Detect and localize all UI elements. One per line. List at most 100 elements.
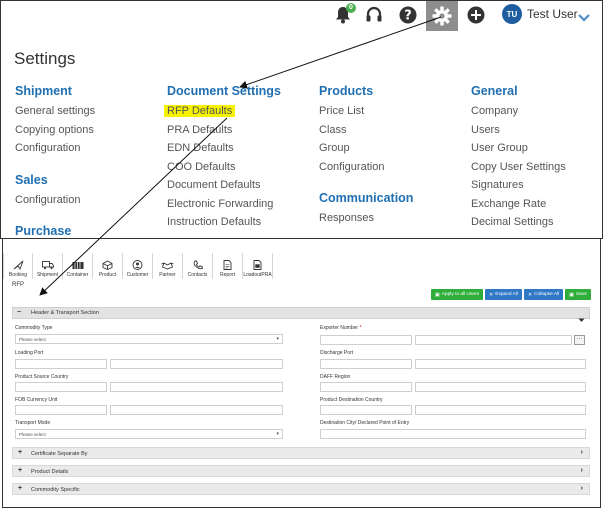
settings-link[interactable]: User Group [471, 142, 566, 161]
discharge-port-name-input[interactable] [415, 359, 586, 369]
settings-link[interactable]: Configuration [15, 194, 95, 213]
toolbar-partner[interactable]: Partner [153, 253, 183, 279]
settings-link[interactable]: Price List [319, 105, 413, 124]
save-button[interactable]: ▣ Save [565, 289, 591, 300]
select-value: Please select [19, 432, 46, 437]
expand-icon[interactable]: + [18, 485, 22, 492]
fob-currency-name-input[interactable] [110, 405, 283, 415]
rfp-defaults-panel: Booking Shipment Container Product Custo… [2, 238, 601, 508]
settings-link[interactable]: COO Defaults [167, 161, 281, 180]
toolbar-loadoutpra[interactable]: LoadoutPRA [243, 253, 273, 279]
app-header: 0 ? TU Test User [1, 1, 602, 31]
product-source-country-name-input[interactable] [110, 382, 283, 392]
settings-link[interactable]: Configuration [15, 142, 95, 161]
headset-icon[interactable] [363, 4, 385, 26]
product-destination-country-label: Product Destination Country [320, 397, 383, 403]
toolbar-product[interactable]: Product [93, 253, 123, 279]
toolbar-customer[interactable]: Customer [123, 253, 153, 279]
commodity-type-select[interactable]: Please select ▾ [15, 334, 283, 344]
settings-gear-icon[interactable] [426, 1, 458, 31]
toolbar-booking[interactable]: Booking [3, 253, 33, 279]
settings-link[interactable]: Configuration [319, 161, 413, 180]
handshake-icon [161, 262, 174, 270]
toolbar-contacts[interactable]: Contacts [183, 253, 213, 279]
add-icon[interactable] [465, 4, 487, 26]
settings-link[interactable]: Class [319, 124, 413, 143]
exporter-number-text: Exporter Number [320, 325, 359, 331]
daff-region-label: DAFF Region [320, 374, 351, 380]
exporter-number-name-input[interactable] [415, 335, 572, 345]
settings-link[interactable]: Company [471, 105, 566, 124]
daff-region-name-input[interactable] [415, 382, 586, 392]
page-title: Settings [14, 49, 76, 68]
transport-mode-select[interactable]: Please select ▾ [15, 429, 283, 439]
product-source-country-code-input[interactable] [15, 382, 107, 392]
settings-link[interactable]: Signatures [471, 179, 566, 198]
settings-link[interactable]: PRA Defaults [167, 124, 281, 143]
settings-link[interactable]: Group [319, 142, 413, 161]
discharge-port-code-input[interactable] [320, 359, 412, 369]
toolbar-report[interactable]: Report [213, 253, 243, 279]
product-destination-country-name-input[interactable] [415, 405, 586, 415]
product-destination-country-code-input[interactable] [320, 405, 412, 415]
settings-link[interactable]: Exchange Rate [471, 198, 566, 217]
select-value: Please select [19, 337, 46, 342]
loading-port-code-input[interactable] [15, 359, 107, 369]
section-heading-sales: Sales [15, 172, 48, 187]
chevron-right-icon[interactable]: › [581, 449, 583, 456]
settings-panel: 0 ? TU Test User Settings Shipment Gener… [0, 0, 603, 239]
ellipsis-icon[interactable]: ··· [574, 335, 585, 345]
notification-badge: 0 [346, 3, 356, 13]
settings-link[interactable]: Instruction Defaults [167, 216, 281, 235]
accordion-product-details[interactable]: + Product Details › [12, 465, 590, 477]
loading-port-name-input[interactable] [110, 359, 283, 369]
settings-link[interactable]: EDN Defaults [167, 142, 281, 161]
chevron-down-icon[interactable] [578, 9, 590, 27]
button-label: Save [575, 292, 587, 297]
collapse-all-button[interactable]: ✕ Collapse All [523, 289, 564, 300]
user-avatar[interactable]: TU [502, 4, 522, 24]
settings-link[interactable]: Users [471, 124, 566, 143]
expand-icon[interactable]: + [18, 467, 22, 474]
exporter-number-label: Exporter Number * [320, 325, 361, 331]
help-icon[interactable]: ? [397, 4, 419, 26]
section-heading-general: General [471, 84, 518, 98]
settings-link[interactable]: Responses [319, 212, 413, 231]
expand-icon[interactable]: + [18, 449, 22, 456]
rfp-defaults-link[interactable]: RFP Defaults [164, 105, 281, 124]
daff-region-code-input[interactable] [320, 382, 412, 392]
chevron-right-icon[interactable]: › [581, 485, 583, 492]
chevron-down-icon: ▾ [276, 336, 279, 342]
section-heading-communication: Communication [319, 191, 414, 205]
user-name[interactable]: Test User [527, 7, 578, 21]
settings-link[interactable]: Copying options [15, 124, 95, 143]
chevron-down-icon[interactable] [578, 310, 585, 328]
settings-link[interactable]: Copy User Settings [471, 161, 566, 180]
section-heading-document-settings: Document Settings [167, 84, 281, 98]
fob-currency-code-input[interactable] [15, 405, 107, 415]
accordion-commodity-specific[interactable]: + Commodity Specific › [12, 483, 590, 495]
chevron-right-icon[interactable]: › [581, 467, 583, 474]
toolbar-container[interactable]: Container [63, 253, 93, 279]
destination-city-input[interactable] [320, 429, 586, 439]
transport-mode-label: Transport Mode [15, 420, 51, 426]
settings-link[interactable]: Document Defaults [167, 179, 281, 198]
toolbar-shipment[interactable]: Shipment [33, 253, 63, 279]
toolbar-label: Product [98, 272, 117, 278]
page-title: RFP [12, 282, 24, 288]
apply-to-all-users-button[interactable]: ▣ Apply to all Users [431, 289, 484, 300]
collapse-icon[interactable]: − [17, 309, 21, 316]
button-label: Apply to all Users [441, 292, 480, 297]
rfp-defaults-highlight[interactable]: RFP Defaults [164, 105, 236, 117]
settings-link[interactable]: Decimal Settings [471, 216, 566, 235]
accordion-title: Commodity Specific [31, 486, 80, 493]
settings-link[interactable]: Electronic Forwarding [167, 198, 281, 217]
expand-all-button[interactable]: ✕ Expand All [485, 289, 522, 300]
accordion-certificate-separate-by[interactable]: + Certificate Separate By › [12, 447, 590, 459]
accordion-title: Product Details [31, 468, 69, 475]
exporter-number-code-input[interactable] [320, 335, 412, 345]
settings-link[interactable]: General settings [15, 105, 95, 124]
header-transport-section-header[interactable]: − Header & Transport Section [12, 307, 590, 322]
report-icon [223, 260, 232, 270]
button-label: Collapse All [534, 292, 560, 297]
